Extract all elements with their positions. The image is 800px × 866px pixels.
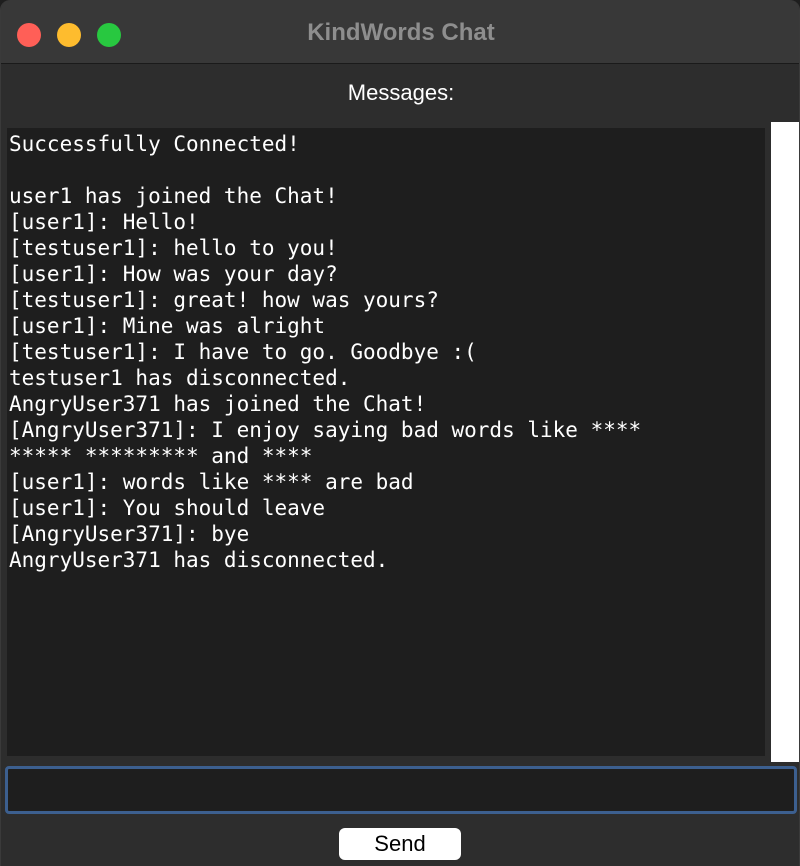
chat-message: ***** ********* and **** [9, 444, 313, 468]
send-button[interactable]: Send [339, 828, 461, 860]
chat-message: [testuser1]: great! how was yours? [9, 288, 439, 312]
window-title: KindWords Chat [307, 19, 495, 46]
chat-log[interactable]: Successfully Connected! user1 has joined … [7, 128, 765, 756]
chat-message: Successfully Connected! [9, 132, 300, 156]
chat-message: testuser1 has disconnected. [9, 366, 351, 390]
minimize-window-button[interactable] [57, 23, 81, 47]
chat-message: [testuser1]: I have to go. Goodbye :( [9, 340, 477, 364]
chat-message: AngryUser371 has disconnected. [9, 548, 389, 572]
chat-message: [user1]: Hello! [9, 210, 199, 234]
main-content: Messages: Successfully Connected! user1 h… [1, 64, 799, 866]
chat-message: [user1]: You should leave [9, 496, 326, 520]
chat-message: [user1]: words like **** are bad [9, 470, 414, 494]
zoom-window-button[interactable] [97, 23, 121, 47]
close-window-button[interactable] [17, 23, 41, 47]
chat-message: user1 has joined the Chat! [9, 184, 338, 208]
chat-scrollbar[interactable] [771, 122, 799, 762]
chat-message: AngryUser371 has joined the Chat! [9, 392, 427, 416]
chat-window: KindWords Chat Messages: Successfully Co… [0, 0, 800, 866]
messages-label: Messages: [347, 80, 455, 105]
chat-message: [user1]: How was your day? [9, 262, 338, 286]
chat-message: [AngryUser371]: I enjoy saying bad words… [9, 418, 642, 442]
chat-message [9, 157, 763, 183]
chat-message: [testuser1]: hello to you! [9, 236, 338, 260]
message-input[interactable] [5, 766, 797, 814]
chat-message: [user1]: Mine was alright [9, 314, 326, 338]
title-bar[interactable]: KindWords Chat [1, 0, 799, 64]
chat-message: [AngryUser371]: bye [9, 522, 250, 546]
